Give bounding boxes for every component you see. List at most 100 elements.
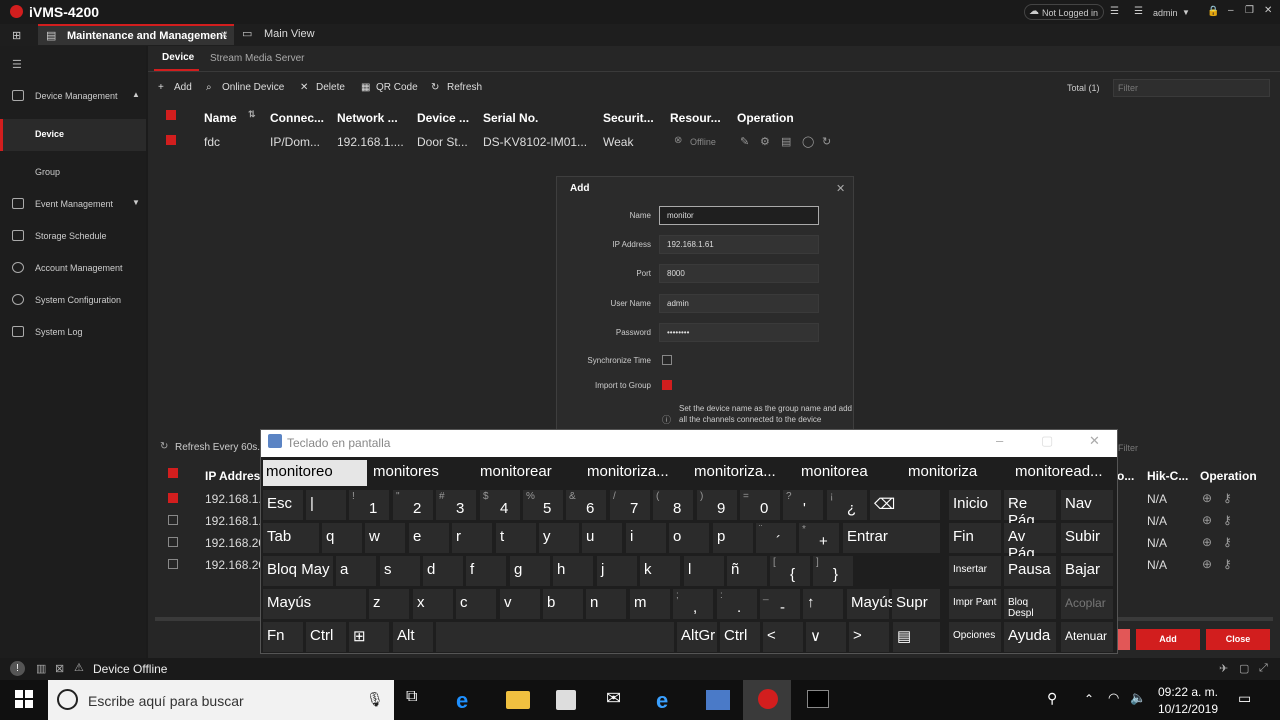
add-icon[interactable]: + bbox=[158, 82, 164, 93]
osk-nav-key[interactable]: Subir bbox=[1061, 523, 1113, 553]
osk-key[interactable]: ↑ bbox=[803, 589, 843, 619]
tab-close-icon[interactable]: ✕ bbox=[220, 30, 228, 41]
suggestion-item[interactable]: monitoread... bbox=[1012, 460, 1116, 486]
lower-row-checkbox[interactable] bbox=[168, 537, 178, 547]
globe-icon[interactable]: ⊕ bbox=[1202, 513, 1212, 527]
lower-select-all-checkbox[interactable] bbox=[168, 468, 178, 478]
notifications-icon[interactable]: ▭ bbox=[1238, 690, 1251, 707]
window-icon[interactable]: ▢ bbox=[1239, 662, 1249, 675]
osk-key[interactable]: ⌫ bbox=[870, 490, 940, 520]
sidebar-item-system-configuration[interactable]: System Configuration bbox=[0, 285, 146, 315]
restore-icon[interactable]: ❐ bbox=[1245, 5, 1254, 16]
globe-icon[interactable]: ⊕ bbox=[1202, 491, 1212, 505]
osk-minimize-icon[interactable]: – bbox=[996, 433, 1003, 448]
osk-key[interactable]: ¡ ¿ bbox=[827, 490, 867, 520]
refresh-op-icon[interactable]: ↻ bbox=[822, 135, 831, 148]
settings-icon[interactable]: ⚙ bbox=[760, 135, 770, 148]
osk-key[interactable]: Alt bbox=[393, 622, 433, 652]
osk-key[interactable]: s bbox=[380, 556, 420, 586]
user-icon[interactable]: ☰ bbox=[1134, 6, 1143, 17]
sort-icon[interactable]: ⇅ bbox=[248, 109, 256, 120]
subtab-device[interactable]: Device bbox=[162, 52, 194, 63]
osk-nav-key[interactable]: Bajar bbox=[1061, 556, 1113, 586]
osk-nav-key[interactable]: Ayuda bbox=[1004, 622, 1056, 652]
osk-close-icon[interactable]: ✕ bbox=[1089, 433, 1100, 449]
osk-key[interactable]: ;, bbox=[673, 589, 713, 619]
sidebar-item-device[interactable]: Device bbox=[0, 119, 146, 151]
osk-key[interactable]: ▤ bbox=[893, 622, 940, 652]
osk-key[interactable]: Tab bbox=[263, 523, 319, 553]
name-input[interactable]: monitor bbox=[659, 206, 819, 225]
col-name[interactable]: Name bbox=[204, 111, 237, 125]
col-network[interactable]: Network ... bbox=[337, 111, 398, 125]
col-device[interactable]: Device ... bbox=[417, 111, 469, 125]
osk-key[interactable]: * + bbox=[799, 523, 839, 553]
row-checkbox[interactable] bbox=[166, 135, 176, 145]
col-connection[interactable]: Connec... bbox=[270, 111, 324, 125]
dialog-close-button[interactable]: Close bbox=[1206, 629, 1270, 650]
minimize-icon[interactable]: – bbox=[1228, 5, 1234, 16]
col-protocol[interactable]: o... bbox=[1117, 469, 1134, 483]
lower-filter-input[interactable]: Filter bbox=[1118, 443, 1138, 453]
globe-icon[interactable]: ⊕ bbox=[1202, 535, 1212, 549]
osk-key[interactable]: ) 9 bbox=[697, 490, 737, 520]
osk-key[interactable]: /7 bbox=[610, 490, 650, 520]
storage-op-icon[interactable]: ▤ bbox=[781, 135, 791, 148]
file-explorer-icon[interactable] bbox=[506, 691, 530, 709]
close-icon[interactable]: ✕ bbox=[1264, 5, 1272, 16]
osk-key[interactable]: g bbox=[510, 556, 550, 586]
osk-key[interactable]: Mayús bbox=[847, 589, 895, 619]
pin-icon[interactable]: ✈ bbox=[1219, 662, 1228, 675]
osk-key[interactable]: l bbox=[684, 556, 724, 586]
select-all-checkbox[interactable] bbox=[166, 110, 176, 120]
osk-key[interactable]: y bbox=[539, 523, 579, 553]
osk-key[interactable]: h bbox=[553, 556, 593, 586]
volume-icon[interactable]: 🔈 bbox=[1130, 690, 1146, 706]
osk-key[interactable]: ! 1 bbox=[349, 490, 389, 520]
osk-key[interactable]: = 0 bbox=[740, 490, 780, 520]
osk-key[interactable]: Supr bbox=[892, 589, 940, 619]
osk-key[interactable]: Mayús bbox=[263, 589, 366, 619]
ie-icon[interactable]: e bbox=[656, 688, 680, 713]
osk-key[interactable]: d bbox=[423, 556, 463, 586]
ip-input[interactable]: 192.168.1.61 bbox=[659, 235, 819, 254]
add-button[interactable]: Add bbox=[174, 82, 192, 93]
osk-key[interactable]: ñ bbox=[727, 556, 767, 586]
sidebar-item-device-management[interactable]: Device Management ▲ bbox=[0, 81, 146, 111]
osk-key[interactable]: a bbox=[336, 556, 376, 586]
osk-key[interactable]: $4 bbox=[480, 490, 520, 520]
key-icon[interactable]: ⚷ bbox=[1223, 513, 1232, 527]
osk-key[interactable]: " 2 bbox=[393, 490, 433, 520]
sidebar-item-system-log[interactable]: System Log bbox=[0, 317, 146, 347]
grid-menu-icon[interactable]: ⊞ bbox=[12, 29, 21, 42]
suggestion-item[interactable]: monitores bbox=[370, 460, 474, 486]
edit-icon[interactable]: ✎ bbox=[740, 135, 749, 148]
suggestion-item[interactable]: monitorea bbox=[798, 460, 902, 486]
refresh-interval[interactable]: Refresh Every 60s. bbox=[175, 442, 260, 453]
osk-key[interactable]: (8 bbox=[653, 490, 693, 520]
osk-key[interactable]: ⊞ bbox=[349, 622, 389, 652]
osk-key[interactable]: ∨ bbox=[806, 622, 846, 652]
globe-icon[interactable]: ⊕ bbox=[1202, 557, 1212, 571]
osk-key[interactable]: | bbox=[306, 490, 346, 520]
osk-key[interactable]: w bbox=[365, 523, 405, 553]
osk-key[interactable]: Ctrl bbox=[306, 622, 346, 652]
trash-icon[interactable]: ▥ bbox=[36, 662, 46, 675]
col-ip-address[interactable]: IP Address bbox=[205, 469, 267, 483]
osk-key[interactable]: i bbox=[626, 523, 666, 553]
port-input[interactable]: 8000 bbox=[659, 264, 819, 283]
suggestion-item[interactable]: monitoreo bbox=[263, 460, 367, 486]
lower-row-checkbox[interactable] bbox=[168, 493, 178, 503]
tab-main-view[interactable]: ▭ Main View bbox=[238, 24, 328, 45]
refresh-small-icon[interactable]: ↻ bbox=[160, 441, 168, 452]
osk-key[interactable]: p bbox=[713, 523, 753, 553]
store-icon[interactable] bbox=[556, 690, 576, 710]
osk-key[interactable]: > bbox=[849, 622, 889, 652]
collapse-menu-icon[interactable]: ☰ bbox=[12, 58, 22, 71]
key-icon[interactable]: ⚷ bbox=[1223, 535, 1232, 549]
osk-key[interactable]: b bbox=[543, 589, 583, 619]
suggestion-item[interactable]: monitoriza... bbox=[691, 460, 795, 486]
osk-key[interactable]: x bbox=[413, 589, 453, 619]
osk-key[interactable]: o bbox=[669, 523, 709, 553]
osk-key[interactable]: ? ' bbox=[783, 490, 823, 520]
